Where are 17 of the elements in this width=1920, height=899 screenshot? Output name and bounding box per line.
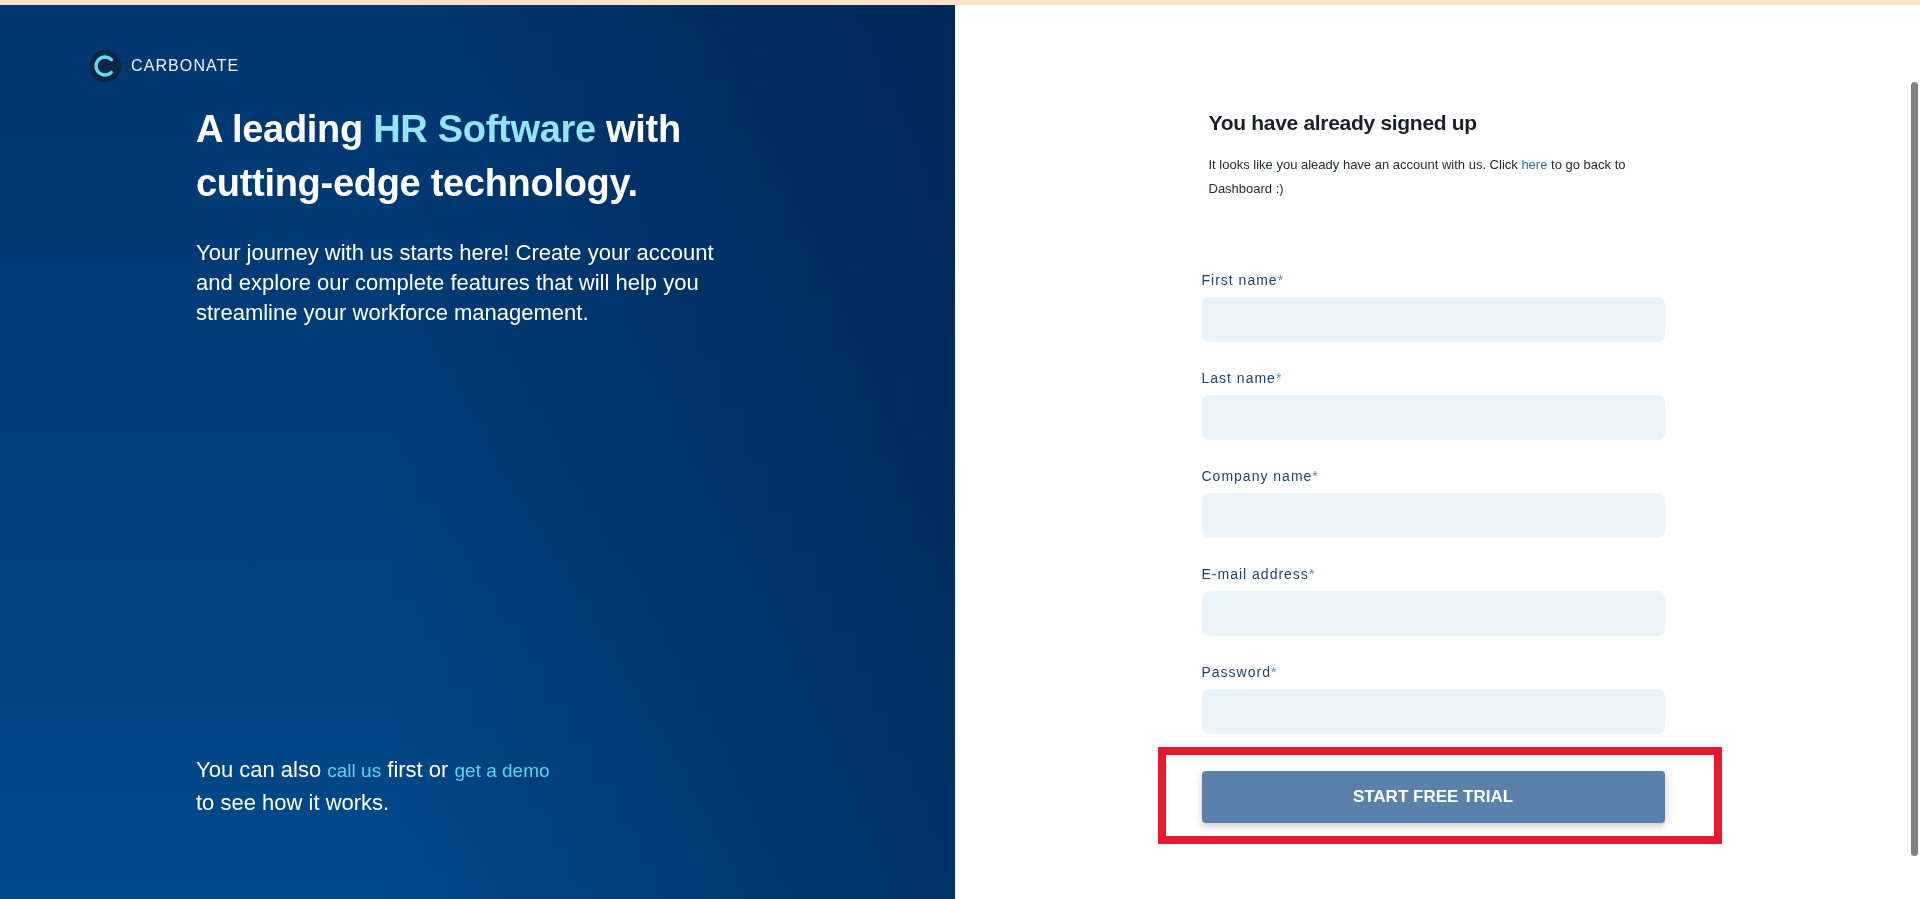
notice-message: It looks like you aleady have an account with us. Click here to go back to Dashboard :) [1208, 156, 1627, 198]
field-label: Last name* [1201, 369, 1283, 387]
scrollbar-thumb[interactable] [1911, 82, 1918, 856]
submit-button[interactable]: START FREE TRIAL [1201, 771, 1665, 823]
notice-title: You have already signed up [1208, 110, 1477, 136]
field-label: E-mail address* [1201, 565, 1316, 583]
hero-description: Your journey with us starts here! Create your account and explore our complete features that will help you streamline your workforce management. [196, 239, 715, 327]
field-label: First name* [1201, 271, 1285, 289]
logo-icon [89, 50, 121, 82]
brand-name: CARBONATE [131, 56, 240, 76]
contact-note: You can also call us first or get a demo to see how it works. [196, 756, 550, 817]
text-link[interactable]: get a demo [454, 760, 550, 781]
text-link[interactable]: call us [327, 760, 382, 781]
text-link[interactable]: here [1521, 157, 1548, 172]
field-label: Password* [1201, 663, 1278, 681]
hero-heading: A leading HR Software with cutting-edge technology. [196, 107, 682, 206]
field-label: Company name* [1201, 467, 1319, 485]
